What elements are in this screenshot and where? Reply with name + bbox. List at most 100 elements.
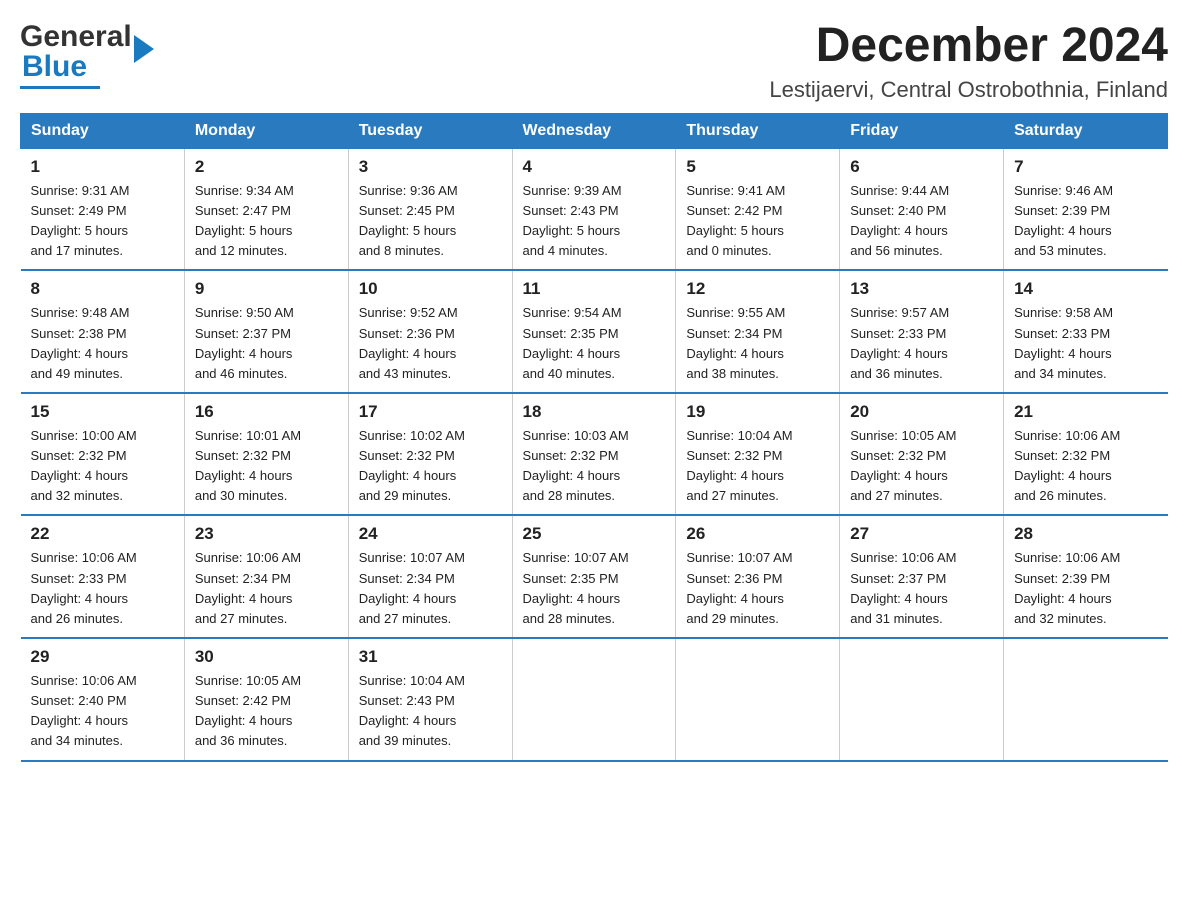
logo-underline — [20, 86, 100, 89]
calendar-cell: 3 Sunrise: 9:36 AMSunset: 2:45 PMDaylight… — [348, 148, 512, 270]
day-number: 7 — [1014, 157, 1157, 177]
header-sunday: Sunday — [21, 113, 185, 148]
day-info: Sunrise: 10:06 AMSunset: 2:40 PMDaylight… — [31, 671, 174, 752]
day-number: 19 — [686, 402, 829, 422]
calendar-cell: 4Sunrise: 9:39 AMSunset: 2:43 PMDaylight… — [512, 148, 676, 270]
page-header: General Blue December 2024 Lestijaervi, … — [20, 20, 1168, 103]
day-number: 6 — [850, 157, 993, 177]
day-number: 1 — [31, 157, 174, 177]
page-subtitle: Lestijaervi, Central Ostrobothnia, Finla… — [769, 77, 1168, 103]
calendar-cell: 13 Sunrise: 9:57 AMSunset: 2:33 PMDayligh… — [840, 270, 1004, 393]
day-info: Sunrise: 9:55 AMSunset: 2:34 PMDaylight:… — [686, 303, 829, 384]
calendar-cell: 22Sunrise: 10:06 AMSunset: 2:33 PMDaylig… — [21, 515, 185, 638]
day-info: Sunrise: 9:31 AMSunset: 2:49 PMDaylight:… — [31, 181, 174, 262]
day-info: Sunrise: 9:50 AMSunset: 2:37 PMDaylight:… — [195, 303, 338, 384]
page-title: December 2024 — [769, 20, 1168, 73]
calendar-week-2: 8 Sunrise: 9:48 AMSunset: 2:38 PMDaylight… — [21, 270, 1168, 393]
calendar-week-4: 22Sunrise: 10:06 AMSunset: 2:33 PMDaylig… — [21, 515, 1168, 638]
header-friday: Friday — [840, 113, 1004, 148]
calendar-cell: 24Sunrise: 10:07 AMSunset: 2:34 PMDaylig… — [348, 515, 512, 638]
calendar-cell: 7Sunrise: 9:46 AMSunset: 2:39 PMDaylight… — [1004, 148, 1168, 270]
day-number: 27 — [850, 524, 993, 544]
logo-arrow-icon — [134, 35, 154, 63]
day-info: Sunrise: 9:48 AMSunset: 2:38 PMDaylight:… — [31, 303, 174, 384]
day-info: Sunrise: 10:06 AMSunset: 2:39 PMDaylight… — [1014, 548, 1157, 629]
day-info: Sunrise: 9:57 AMSunset: 2:33 PMDaylight:… — [850, 303, 993, 384]
calendar-cell: 19 Sunrise: 10:04 AMSunset: 2:32 PMDaylig… — [676, 393, 840, 516]
calendar-cell: 23 Sunrise: 10:06 AMSunset: 2:34 PMDaylig… — [184, 515, 348, 638]
logo-text-blue: Blue — [22, 50, 87, 83]
day-number: 3 — [359, 157, 502, 177]
day-info: Sunrise: 9:39 AMSunset: 2:43 PMDaylight:… — [523, 181, 666, 262]
calendar-cell — [840, 638, 1004, 761]
calendar-cell: 30 Sunrise: 10:05 AMSunset: 2:42 PMDaylig… — [184, 638, 348, 761]
calendar-cell: 1 Sunrise: 9:31 AMSunset: 2:49 PMDaylight… — [21, 148, 185, 270]
logo: General Blue — [20, 20, 136, 89]
day-number: 2 — [195, 157, 338, 177]
header-tuesday: Tuesday — [348, 113, 512, 148]
calendar-cell: 29 Sunrise: 10:06 AMSunset: 2:40 PMDaylig… — [21, 638, 185, 761]
day-info: Sunrise: 9:36 AMSunset: 2:45 PMDaylight:… — [359, 181, 502, 262]
calendar-cell: 17 Sunrise: 10:02 AMSunset: 2:32 PMDaylig… — [348, 393, 512, 516]
day-number: 18 — [523, 402, 666, 422]
day-number: 8 — [31, 279, 174, 299]
calendar-cell — [676, 638, 840, 761]
day-info: Sunrise: 9:52 AMSunset: 2:36 PMDaylight:… — [359, 303, 502, 384]
day-info: Sunrise: 9:34 AMSunset: 2:47 PMDaylight:… — [195, 181, 338, 262]
calendar-cell — [1004, 638, 1168, 761]
calendar-cell: 16 Sunrise: 10:01 AMSunset: 2:32 PMDaylig… — [184, 393, 348, 516]
calendar-cell: 18 Sunrise: 10:03 AMSunset: 2:32 PMDaylig… — [512, 393, 676, 516]
day-info: Sunrise: 9:58 AMSunset: 2:33 PMDaylight:… — [1014, 303, 1157, 384]
calendar-cell: 12Sunrise: 9:55 AMSunset: 2:34 PMDayligh… — [676, 270, 840, 393]
day-info: Sunrise: 10:02 AMSunset: 2:32 PMDaylight… — [359, 426, 502, 507]
day-number: 31 — [359, 647, 502, 667]
day-number: 21 — [1014, 402, 1157, 422]
calendar-cell: 31 Sunrise: 10:04 AMSunset: 2:43 PMDaylig… — [348, 638, 512, 761]
day-info: Sunrise: 10:06 AMSunset: 2:33 PMDaylight… — [31, 548, 174, 629]
calendar-cell: 6Sunrise: 9:44 AMSunset: 2:40 PMDaylight… — [840, 148, 1004, 270]
day-info: Sunrise: 10:05 AMSunset: 2:42 PMDaylight… — [195, 671, 338, 752]
day-info: Sunrise: 9:41 AMSunset: 2:42 PMDaylight:… — [686, 181, 829, 262]
day-info: Sunrise: 10:06 AMSunset: 2:37 PMDaylight… — [850, 548, 993, 629]
day-number: 15 — [31, 402, 174, 422]
day-info: Sunrise: 10:04 AMSunset: 2:32 PMDaylight… — [686, 426, 829, 507]
day-number: 29 — [31, 647, 174, 667]
logo-brand: General — [20, 20, 136, 54]
calendar-week-5: 29 Sunrise: 10:06 AMSunset: 2:40 PMDaylig… — [21, 638, 1168, 761]
day-number: 17 — [359, 402, 502, 422]
day-number: 28 — [1014, 524, 1157, 544]
day-info: Sunrise: 10:01 AMSunset: 2:32 PMDaylight… — [195, 426, 338, 507]
day-number: 13 — [850, 279, 993, 299]
logo-text-general: General — [20, 20, 132, 54]
calendar-cell: 26 Sunrise: 10:07 AMSunset: 2:36 PMDaylig… — [676, 515, 840, 638]
day-info: Sunrise: 10:04 AMSunset: 2:43 PMDaylight… — [359, 671, 502, 752]
calendar-cell: 28 Sunrise: 10:06 AMSunset: 2:39 PMDaylig… — [1004, 515, 1168, 638]
calendar-week-3: 15 Sunrise: 10:00 AMSunset: 2:32 PMDaylig… — [21, 393, 1168, 516]
calendar-cell: 8 Sunrise: 9:48 AMSunset: 2:38 PMDaylight… — [21, 270, 185, 393]
day-info: Sunrise: 10:03 AMSunset: 2:32 PMDaylight… — [523, 426, 666, 507]
day-number: 30 — [195, 647, 338, 667]
calendar-cell: 20 Sunrise: 10:05 AMSunset: 2:32 PMDaylig… — [840, 393, 1004, 516]
day-number: 5 — [686, 157, 829, 177]
day-number: 11 — [523, 279, 666, 299]
title-section: December 2024 Lestijaervi, Central Ostro… — [769, 20, 1168, 103]
calendar-cell: 21 Sunrise: 10:06 AMSunset: 2:32 PMDaylig… — [1004, 393, 1168, 516]
day-number: 20 — [850, 402, 993, 422]
calendar-cell: 25Sunrise: 10:07 AMSunset: 2:35 PMDaylig… — [512, 515, 676, 638]
header-wednesday: Wednesday — [512, 113, 676, 148]
day-number: 16 — [195, 402, 338, 422]
day-number: 10 — [359, 279, 502, 299]
day-info: Sunrise: 10:07 AMSunset: 2:36 PMDaylight… — [686, 548, 829, 629]
day-number: 23 — [195, 524, 338, 544]
day-info: Sunrise: 10:06 AMSunset: 2:32 PMDaylight… — [1014, 426, 1157, 507]
calendar-cell: 15 Sunrise: 10:00 AMSunset: 2:32 PMDaylig… — [21, 393, 185, 516]
day-info: Sunrise: 10:05 AMSunset: 2:32 PMDaylight… — [850, 426, 993, 507]
header-thursday: Thursday — [676, 113, 840, 148]
calendar-cell: 11Sunrise: 9:54 AMSunset: 2:35 PMDayligh… — [512, 270, 676, 393]
day-info: Sunrise: 10:06 AMSunset: 2:34 PMDaylight… — [195, 548, 338, 629]
calendar-table: Sunday Monday Tuesday Wednesday Thursday… — [20, 113, 1168, 762]
calendar-cell: 9Sunrise: 9:50 AMSunset: 2:37 PMDaylight… — [184, 270, 348, 393]
calendar-cell: 27 Sunrise: 10:06 AMSunset: 2:37 PMDaylig… — [840, 515, 1004, 638]
day-number: 26 — [686, 524, 829, 544]
day-info: Sunrise: 10:00 AMSunset: 2:32 PMDaylight… — [31, 426, 174, 507]
